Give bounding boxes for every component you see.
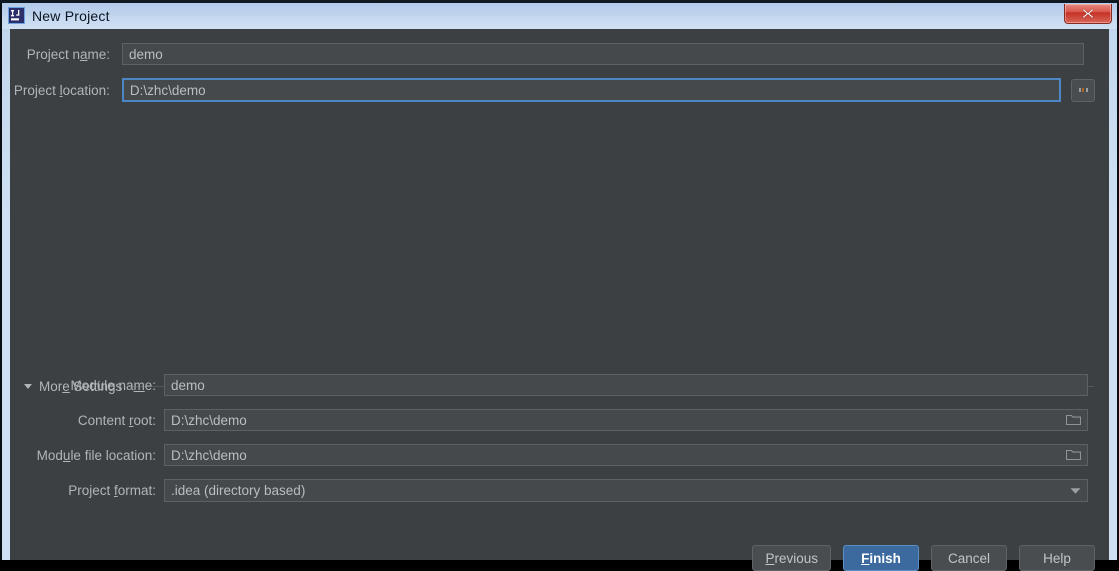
btn-text-post: inish [869,550,901,566]
content-root-input[interactable]: D:\zhc\demo [164,409,1088,431]
folder-icon[interactable] [1066,449,1081,461]
label-mnemonic: m [133,377,145,393]
cancel-button[interactable]: Cancel [931,545,1007,571]
content-root-row: Content root: D:\zhc\demo [10,409,1095,431]
intellij-idea-icon [8,7,25,24]
label-text-pre: Project [13,82,60,98]
close-button[interactable] [1064,4,1112,24]
module-file-location-label: Module file location: [10,448,156,463]
btn-text-pre: Cancel [947,550,991,566]
project-name-label: Project name: [10,47,110,62]
window-title: New Project [32,8,110,24]
module-file-location-value: D:\zhc\demo [171,447,247,463]
folder-icon[interactable] [1066,414,1081,426]
project-format-value: .idea (directory based) [171,483,306,498]
label-text-post: ormat: [117,483,156,498]
label-text-post: me: [87,46,110,62]
module-file-location-input[interactable]: D:\zhc\demo [164,444,1088,466]
module-file-location-row: Module file location: D:\zhc\demo [10,444,1095,466]
label-text-post: ocation: [62,82,110,98]
project-format-select[interactable]: .idea (directory based) [164,479,1088,502]
label-text-post: le file location: [70,447,156,463]
project-location-label: Project location: [10,83,110,98]
previous-button[interactable]: Previous [752,545,831,571]
help-button[interactable]: Help [1019,545,1095,571]
btn-mnemonic: P [765,550,775,566]
module-name-label: Module name: [10,378,156,393]
label-text-pre: Project [68,483,114,498]
label-text-pre: Mod [36,447,63,463]
btn-mnemonic: F [861,550,870,566]
project-format-row: Project format: .idea (directory based) [10,479,1095,502]
ellipsis-icon [1078,88,1088,92]
project-location-row: Project location: D:\zhc\demo [10,78,1095,102]
project-name-row: Project name: demo [10,43,1095,65]
project-name-value: demo [129,46,163,62]
content-root-label: Content root: [10,413,156,428]
content-root-value: D:\zhc\demo [171,412,247,428]
chevron-down-icon[interactable] [1070,487,1081,494]
new-project-dialog-window: New Project Project name: demo Project l… [0,0,1119,571]
label-text-post: oot: [133,412,156,428]
module-name-value: demo [171,377,205,393]
module-name-row: Module name: demo [10,374,1095,396]
label-text-pre: Project n [26,46,80,62]
project-format-label: Project format: [10,483,156,498]
label-text-post: e: [144,377,156,393]
finish-button[interactable]: Finish [843,545,919,571]
dialog-content: Project name: demo Project location: D:\… [10,29,1109,571]
btn-text-pre: Help [1043,550,1071,566]
label-text-pre: Content [77,412,129,428]
project-name-input[interactable]: demo [122,43,1084,65]
project-location-value: D:\zhc\demo [129,82,206,98]
label-text-pre: Module na [70,377,134,393]
btn-text-post: revious [774,550,818,566]
browse-button[interactable] [1071,78,1095,102]
module-name-input[interactable]: demo [164,374,1088,396]
project-location-input[interactable]: D:\zhc\demo [121,78,1062,102]
dialog-button-bar: Previous Finish Cancel Help [10,545,1109,571]
title-bar: New Project [2,3,1117,29]
